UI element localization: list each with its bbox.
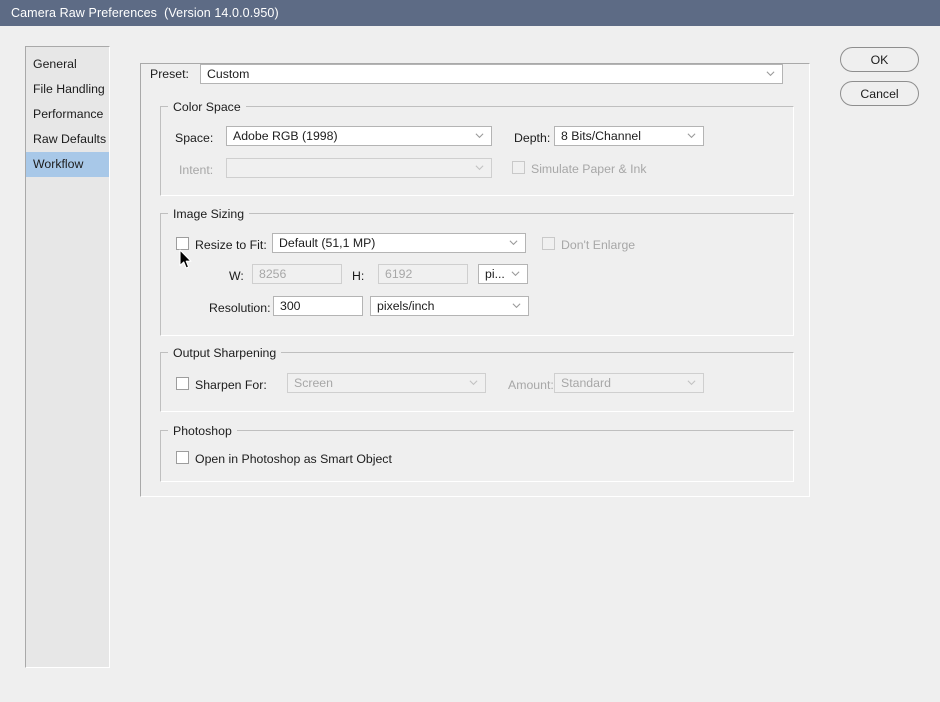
- window-title: Camera Raw Preferences (Version 14.0.0.9…: [11, 6, 279, 20]
- output-sharpening-group-title: Output Sharpening: [168, 346, 282, 360]
- width-input: 8256: [252, 264, 342, 284]
- chevron-down-icon: [512, 303, 521, 309]
- intent-dropdown: [226, 158, 492, 178]
- sidebar: General File Handling Performance Raw De…: [25, 46, 110, 668]
- preset-dropdown[interactable]: Custom: [200, 64, 783, 84]
- sharpen-for-value: Screen: [294, 376, 333, 390]
- chevron-down-icon: [475, 133, 484, 139]
- sidebar-item-general[interactable]: General: [26, 52, 109, 77]
- chevron-down-icon: [766, 71, 775, 77]
- color-space-group-title: Color Space: [168, 100, 246, 114]
- cancel-button[interactable]: Cancel: [840, 81, 919, 106]
- ok-button[interactable]: OK: [840, 47, 919, 72]
- chevron-down-icon: [509, 240, 518, 246]
- image-sizing-group-title: Image Sizing: [168, 207, 250, 221]
- resolution-units-value: pixels/inch: [377, 299, 435, 313]
- simulate-paper-ink-checkbox: [512, 161, 525, 174]
- space-value: Adobe RGB (1998): [233, 129, 338, 143]
- amount-label: Amount:: [508, 378, 554, 392]
- chevron-down-icon: [475, 165, 484, 171]
- dont-enlarge-checkbox: [542, 237, 555, 250]
- color-space-group: [160, 106, 794, 196]
- preset-label: Preset:: [146, 67, 194, 81]
- sharpen-for-label: Sharpen For:: [195, 378, 267, 392]
- height-label: H:: [352, 269, 365, 283]
- resolution-units-dropdown[interactable]: pixels/inch: [370, 296, 529, 316]
- chevron-down-icon: [687, 380, 696, 386]
- sidebar-item-performance[interactable]: Performance: [26, 102, 109, 127]
- size-units-value: pi...: [485, 267, 505, 281]
- resize-to-fit-value: Default (51,1 MP): [279, 236, 376, 250]
- resolution-label: Resolution:: [209, 301, 271, 315]
- space-dropdown[interactable]: Adobe RGB (1998): [226, 126, 492, 146]
- chevron-down-icon: [469, 380, 478, 386]
- open-as-smart-object-checkbox[interactable]: [176, 451, 189, 464]
- width-label: W:: [229, 269, 244, 283]
- chevron-down-icon: [511, 271, 520, 277]
- resize-to-fit-checkbox[interactable]: [176, 237, 189, 250]
- sidebar-item-file-handling[interactable]: File Handling: [26, 77, 109, 102]
- size-units-dropdown[interactable]: pi...: [478, 264, 528, 284]
- height-input: 6192: [378, 264, 468, 284]
- resolution-input[interactable]: 300: [273, 296, 363, 316]
- depth-value: 8 Bits/Channel: [561, 129, 641, 143]
- sharpen-for-checkbox[interactable]: [176, 377, 189, 390]
- intent-label: Intent:: [179, 163, 214, 177]
- sidebar-item-raw-defaults[interactable]: Raw Defaults: [26, 127, 109, 152]
- depth-dropdown[interactable]: 8 Bits/Channel: [554, 126, 704, 146]
- preset-value: Custom: [207, 67, 250, 81]
- dont-enlarge-label: Don't Enlarge: [561, 238, 636, 252]
- amount-value: Standard: [561, 376, 611, 390]
- resize-to-fit-label: Resize to Fit:: [195, 238, 267, 252]
- simulate-paper-ink-label: Simulate Paper & Ink: [531, 162, 647, 176]
- chevron-down-icon: [687, 133, 696, 139]
- sharpen-for-dropdown: Screen: [287, 373, 486, 393]
- open-as-smart-object-label: Open in Photoshop as Smart Object: [195, 452, 392, 466]
- photoshop-group-title: Photoshop: [168, 424, 237, 438]
- depth-label: Depth:: [514, 131, 551, 145]
- resize-to-fit-dropdown[interactable]: Default (51,1 MP): [272, 233, 526, 253]
- amount-dropdown: Standard: [554, 373, 704, 393]
- sidebar-item-workflow[interactable]: Workflow: [26, 152, 109, 177]
- space-label: Space:: [175, 131, 214, 145]
- window-titlebar: Camera Raw Preferences (Version 14.0.0.9…: [0, 0, 940, 26]
